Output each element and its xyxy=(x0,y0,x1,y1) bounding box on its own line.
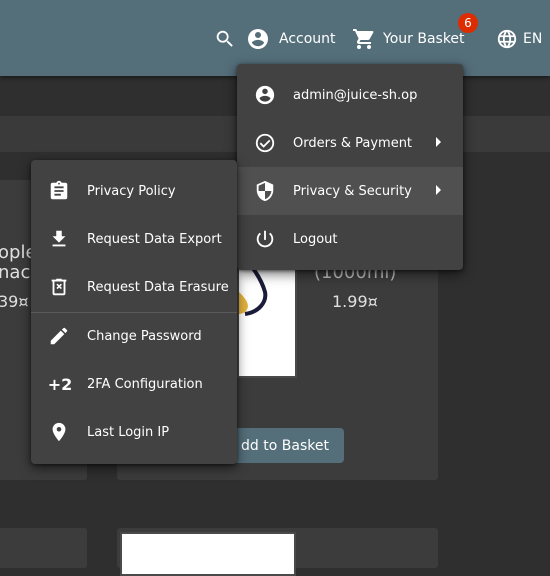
menu-item-label: Change Password xyxy=(87,328,202,344)
pencil-icon xyxy=(47,324,71,348)
menu-item-label: Last Login IP xyxy=(87,424,170,440)
menu-item-last-login-ip[interactable]: Last Login IP xyxy=(31,408,237,456)
menu-item-privacy-security[interactable]: Privacy & Security xyxy=(237,167,463,215)
cart-icon xyxy=(353,29,374,49)
menu-item-label: Orders & Payment xyxy=(293,135,413,151)
account-circle-icon xyxy=(248,29,268,49)
submenu-arrow-icon xyxy=(436,137,441,147)
account-circle-icon xyxy=(253,83,277,107)
basket-label: Your Basket xyxy=(383,31,465,47)
language-button[interactable]: EN xyxy=(496,26,542,52)
product-card-middle-bottom[interactable] xyxy=(117,528,438,576)
product-name-line2: nac xyxy=(0,262,31,283)
add-to-basket-button[interactable]: dd to Basket xyxy=(226,428,344,463)
download-icon xyxy=(47,227,71,251)
product-image[interactable] xyxy=(120,532,296,576)
clipboard-icon xyxy=(47,179,71,203)
menu-item-label: admin@juice-sh.op xyxy=(293,87,418,103)
menu-item-2fa-configuration[interactable]: +2 2FA Configuration xyxy=(31,360,237,408)
menu-item-user-email[interactable]: admin@juice-sh.op xyxy=(237,71,463,119)
menu-item-label: Request Data Export xyxy=(87,231,222,247)
account-label: Account xyxy=(279,31,336,47)
account-button[interactable]: Account xyxy=(246,26,336,52)
menu-item-label: Request Data Erasure xyxy=(87,279,229,295)
menu-item-orders-payment[interactable]: Orders & Payment xyxy=(237,119,463,167)
menu-item-request-data-export[interactable]: Request Data Export xyxy=(31,215,237,263)
product-card-left-bottom[interactable] xyxy=(0,528,87,568)
menu-item-logout[interactable]: Logout xyxy=(237,215,463,263)
basket-count-badge: 6 xyxy=(458,13,478,33)
product-price: 39¤ xyxy=(0,292,29,311)
shield-icon xyxy=(253,179,277,203)
product-price: 1.99¤ xyxy=(332,292,378,311)
menu-item-label: Privacy & Security xyxy=(293,183,412,199)
power-icon xyxy=(253,227,277,251)
globe-icon xyxy=(497,29,517,49)
privacy-security-submenu: Privacy Policy Request Data Export Reque… xyxy=(31,160,237,464)
account-menu: admin@juice-sh.op Orders & Payment Priva… xyxy=(237,64,463,270)
language-label: EN xyxy=(523,31,543,47)
menu-item-request-data-erasure[interactable]: Request Data Erasure xyxy=(31,263,237,311)
delete-icon xyxy=(47,275,71,299)
plus-two-icon: +2 xyxy=(47,374,73,394)
menu-item-label: Logout xyxy=(293,231,338,247)
location-pin-icon xyxy=(47,420,71,444)
check-circle-icon xyxy=(253,131,277,155)
basket-button[interactable]: Your Basket xyxy=(352,26,465,52)
menu-item-change-password[interactable]: Change Password xyxy=(31,312,237,360)
search-button[interactable] xyxy=(214,26,236,52)
search-icon xyxy=(216,30,233,47)
menu-item-label: Privacy Policy xyxy=(87,183,176,199)
submenu-arrow-icon xyxy=(436,185,441,195)
menu-item-label: 2FA Configuration xyxy=(87,376,203,392)
menu-item-privacy-policy[interactable]: Privacy Policy xyxy=(31,167,237,215)
